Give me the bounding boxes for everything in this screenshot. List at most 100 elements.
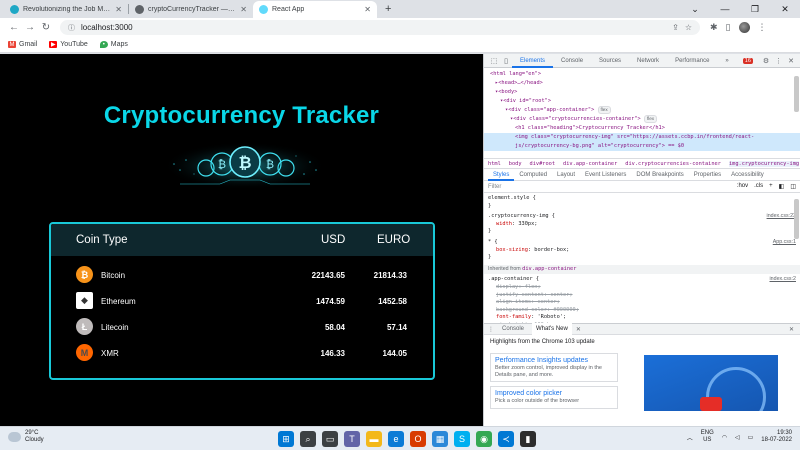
styles-subtab[interactable]: Styles xyxy=(488,169,515,181)
rule-source-link[interactable]: index.css:23 xyxy=(767,213,796,221)
file-explorer-icon[interactable]: ▬ xyxy=(366,431,382,447)
style-declaration[interactable]: background-color: #000000; xyxy=(488,307,796,315)
battery-icon[interactable]: ▭ xyxy=(748,434,754,441)
clock[interactable]: 19:30 18-07-2022 xyxy=(761,430,792,444)
new-tab-button[interactable]: + xyxy=(377,3,399,15)
drawer-tab-whats-new[interactable]: What's New xyxy=(532,323,572,335)
rule-selector[interactable]: .app-container { xyxy=(488,276,796,284)
back-icon[interactable]: ← xyxy=(6,22,22,33)
profile-avatar[interactable] xyxy=(738,22,750,33)
sidepanel-icon[interactable]: ▯ xyxy=(726,22,731,33)
browser-menu-icon[interactable]: ⋮ xyxy=(758,22,767,33)
chrome-icon[interactable]: ◉ xyxy=(476,431,492,447)
address-bar[interactable]: ⓘ localhost:3000 ⇪ ☆ xyxy=(60,20,700,35)
styles-subtab[interactable]: Layout xyxy=(552,169,580,181)
dom-node[interactable]: <h1 class="heading">Cryptocurrency Track… xyxy=(490,124,794,133)
styles-subtab[interactable]: Properties xyxy=(689,169,726,181)
styles-subtab[interactable]: Event Listeners xyxy=(580,169,631,181)
inherited-element-link[interactable]: div.app-container xyxy=(522,266,576,272)
style-declaration[interactable]: box-sizing: border-box; xyxy=(488,247,796,255)
style-declaration[interactable]: justify-content: center; xyxy=(488,292,796,300)
bookmark-youtube[interactable]: ▶ YouTube xyxy=(49,41,88,48)
style-declaration[interactable]: align-items: center; xyxy=(488,299,796,307)
inspect-icon[interactable]: ⬚ xyxy=(488,57,500,65)
hover-state-toggle[interactable]: :hov xyxy=(737,183,748,190)
dom-node[interactable]: ▾<body> xyxy=(490,88,794,97)
close-window-icon[interactable]: ✕ xyxy=(770,0,800,18)
dom-node[interactable]: ▾<div class="cryptocurrencies-container"… xyxy=(490,115,794,124)
style-declaration[interactable]: display: flex; xyxy=(488,284,796,292)
styles-subtab[interactable]: DOM Breakpoints xyxy=(631,169,688,181)
dom-node[interactable]: ▾<div class="app-container"> flex xyxy=(490,106,794,115)
weather-widget[interactable]: 29°C Cloudy xyxy=(8,430,44,444)
devtools-menu-icon[interactable]: ⋮ xyxy=(775,57,782,65)
bookmark-maps[interactable]: • Maps xyxy=(99,41,128,48)
whats-new-item[interactable]: Performance Insights updates Better zoom… xyxy=(490,353,618,382)
edge-icon[interactable]: e xyxy=(388,431,404,447)
rendering-emulation-icon[interactable]: ◫ xyxy=(790,183,796,190)
breadcrumb-item[interactable]: div.cryptocurrencies-container xyxy=(625,161,721,167)
store-icon[interactable]: ▦ xyxy=(432,431,448,447)
teams-icon[interactable]: T xyxy=(344,431,360,447)
drawer-close-icon[interactable]: ✕ xyxy=(789,326,800,333)
tab-close-icon[interactable]: ✕ xyxy=(240,5,247,14)
breadcrumb-item[interactable]: img.cryptocurrency-img xyxy=(728,160,800,167)
drawer-menu-icon[interactable]: ⋮ xyxy=(488,326,494,333)
reload-icon[interactable]: ↻ xyxy=(38,22,54,33)
breadcrumb-item[interactable]: html xyxy=(488,161,501,167)
terminal-icon[interactable]: ▮ xyxy=(520,431,536,447)
browser-tab[interactable]: cryptoCurrencyTracker — CCBP ✕ xyxy=(129,1,253,18)
rule-selector[interactable]: * { xyxy=(488,239,796,247)
devtools-close-icon[interactable]: ✕ xyxy=(788,57,794,65)
style-declaration[interactable]: min-height: 100vh; xyxy=(488,322,796,323)
site-info-icon[interactable]: ⓘ xyxy=(68,23,75,33)
minimize-icon[interactable]: — xyxy=(710,0,740,18)
styles-filter-input[interactable]: Filter xyxy=(488,184,501,190)
tab-search-icon[interactable]: ⌄ xyxy=(680,0,710,18)
devtools-tab-network[interactable]: Network xyxy=(629,54,667,68)
search-icon[interactable]: ⌕ xyxy=(300,431,316,447)
browser-tab[interactable]: Revolutionizing the Job Market | ✕ xyxy=(4,1,128,18)
styles-subtab[interactable]: Accessibility xyxy=(726,169,769,181)
rule-source-link[interactable]: App.css:1 xyxy=(773,239,796,247)
devtools-tab-performance[interactable]: Performance xyxy=(667,54,717,68)
dom-node[interactable]: <html lang="en"> xyxy=(490,70,794,79)
flex-badge[interactable]: flex xyxy=(597,106,611,114)
windows-start-icon[interactable]: ⊞ xyxy=(278,431,294,447)
volume-icon[interactable]: ◁ xyxy=(735,434,740,441)
rule-source-link[interactable]: index.css:2 xyxy=(770,276,797,284)
rule-selector[interactable]: .cryptocurrency-img { xyxy=(488,213,796,221)
device-toolbar-icon[interactable]: ▯ xyxy=(500,57,512,65)
devtools-tab-sources[interactable]: Sources xyxy=(591,54,629,68)
breadcrumb-item[interactable]: body xyxy=(509,161,522,167)
issues-badge[interactable]: 16 xyxy=(742,57,753,64)
bookmark-star-icon[interactable]: ☆ xyxy=(685,23,692,32)
whats-new-video-thumbnail[interactable] xyxy=(644,355,778,411)
show-hidden-icons[interactable]: ︿ xyxy=(687,433,693,442)
office-icon[interactable]: O xyxy=(410,431,426,447)
devtools-tab-console[interactable]: Console xyxy=(553,54,591,68)
style-declaration[interactable]: font-family: 'Roboto'; xyxy=(488,314,796,322)
task-view-icon[interactable]: ▭ xyxy=(322,431,338,447)
devtools-settings-icon[interactable]: ⚙ xyxy=(763,57,769,65)
class-toggle[interactable]: .cls xyxy=(754,183,763,190)
dom-node[interactable]: ▾<div id="root"> xyxy=(490,97,794,106)
wifi-icon[interactable]: ◠ xyxy=(722,434,727,441)
dom-scrollbar[interactable] xyxy=(794,76,799,112)
devtools-tab-elements[interactable]: Elements xyxy=(512,54,554,68)
tab-close-icon[interactable]: ✕ xyxy=(364,5,371,14)
restore-icon[interactable]: ❐ xyxy=(740,0,770,18)
whats-new-item[interactable]: Improved color picker Pick a color outsi… xyxy=(490,386,618,409)
computed-sidebar-icon[interactable]: ◧ xyxy=(779,183,785,190)
dom-node[interactable]: ▸<head>…</head> xyxy=(490,79,794,88)
new-rule-button[interactable]: + xyxy=(769,183,773,190)
tab-close-icon[interactable]: ✕ xyxy=(115,5,122,14)
styles-scrollbar[interactable] xyxy=(794,199,799,239)
flex-badge[interactable]: flex xyxy=(643,115,658,123)
browser-tab[interactable]: React App ✕ xyxy=(253,1,377,18)
dom-node[interactable]: <img class="cryptocurrency-img" src="htt… xyxy=(484,133,800,151)
forward-icon[interactable]: → xyxy=(22,22,38,33)
language-indicator[interactable]: ENG US xyxy=(701,430,714,444)
extensions-icon[interactable]: ✱ xyxy=(710,22,718,33)
bookmark-gmail[interactable]: M Gmail xyxy=(8,41,37,48)
